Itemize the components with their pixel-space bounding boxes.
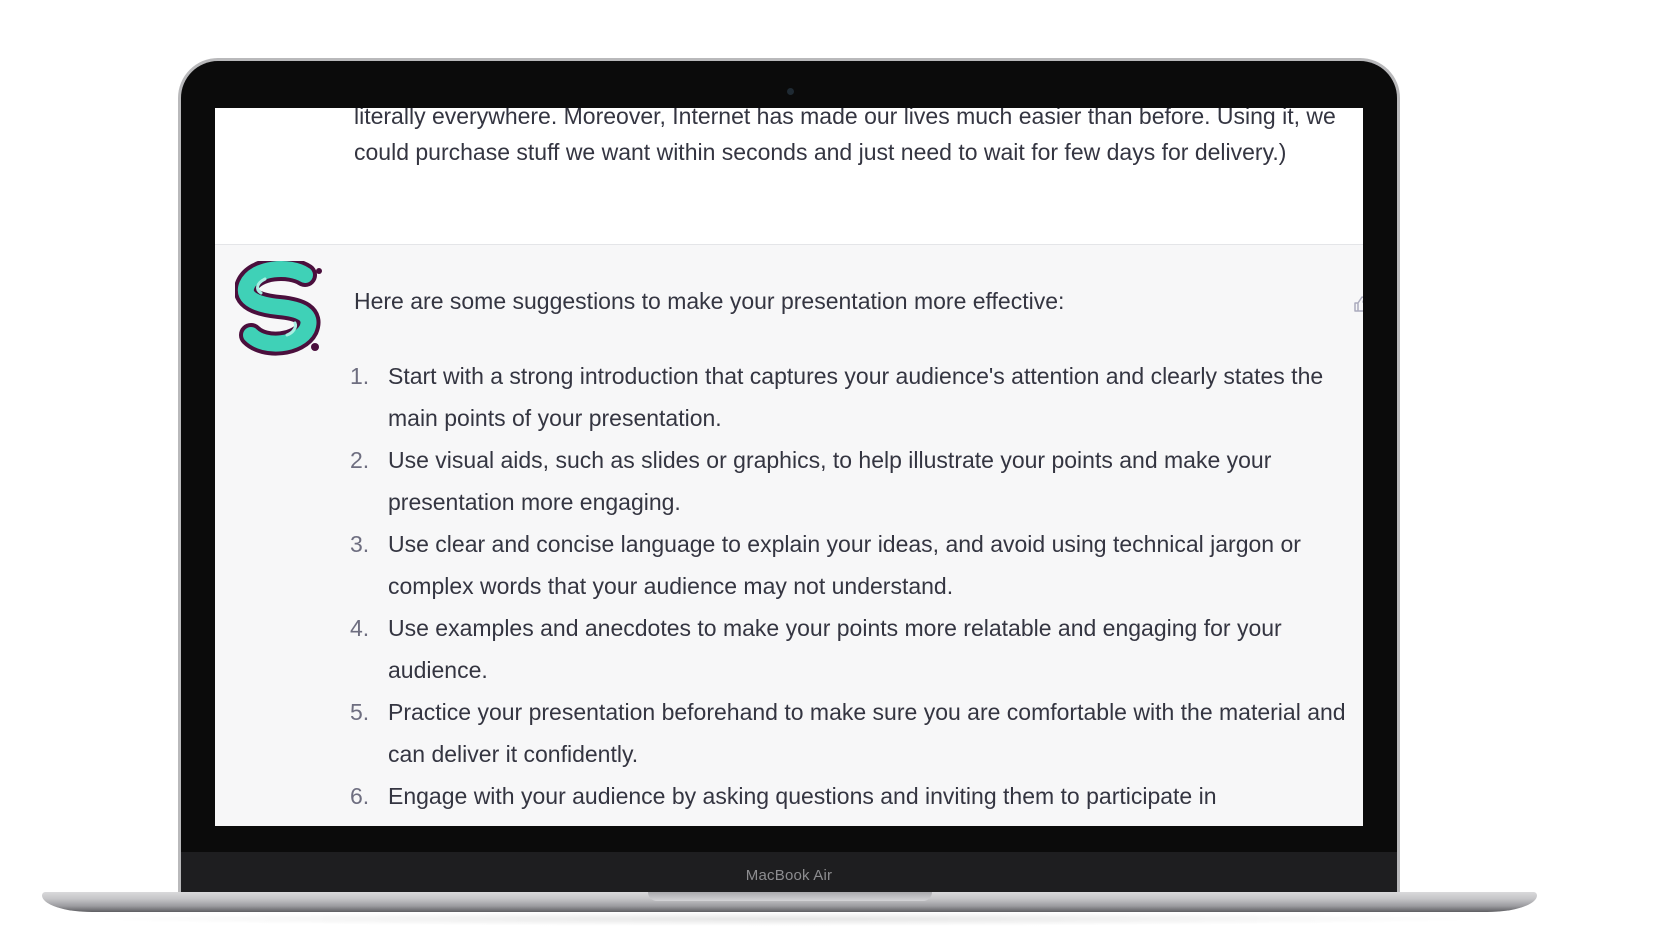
suggestion-number: 5.	[350, 699, 370, 725]
laptop-base	[42, 892, 1537, 912]
suggestion-item: 5. Practice your presentation beforehand…	[350, 691, 1354, 775]
suggestion-text: Use examples and anecdotes to make your …	[388, 615, 1282, 683]
suggestion-item: 1. Start with a strong introduction that…	[350, 355, 1354, 439]
suggestion-text: Use visual aids, such as slides or graph…	[388, 447, 1272, 515]
suggestion-text: Engage with your audience by asking ques…	[388, 783, 1217, 809]
thumbs-up-icon[interactable]	[1353, 295, 1363, 313]
suggestion-item: 3. Use clear and concise language to exp…	[350, 523, 1354, 607]
suggestion-item: 6. Engage with your audience by asking q…	[350, 775, 1354, 817]
suggestion-item: 4. Use examples and anecdotes to make yo…	[350, 607, 1354, 691]
laptop-bezel-bottom: MacBook Air	[181, 852, 1397, 892]
s-logo-icon	[234, 257, 331, 357]
suggestion-text: Start with a strong introduction that ca…	[388, 363, 1324, 431]
suggestion-number: 2.	[350, 447, 370, 473]
laptop-hinge-notch	[648, 892, 932, 901]
previous-message: literally everywhere. Moreover, Internet…	[215, 108, 1363, 245]
laptop-shadow	[80, 912, 1500, 926]
suggestion-item: 2. Use visual aids, such as slides or gr…	[350, 439, 1354, 523]
suggestion-number: 1.	[350, 363, 370, 389]
assistant-reply: Here are some suggestions to make your p…	[215, 245, 1363, 826]
suggestion-number: 6.	[350, 783, 370, 809]
suggestion-text: Practice your presentation beforehand to…	[388, 699, 1346, 767]
reply-intro: Here are some suggestions to make your p…	[354, 288, 1065, 314]
camera-icon	[787, 88, 794, 95]
model-label: MacBook Air	[745, 867, 833, 884]
screen[interactable]: literally everywhere. Moreover, Internet…	[215, 108, 1363, 826]
laptop-mockup: MacBook Air literally everywhere. Moreov…	[0, 0, 1680, 945]
suggestion-number: 4.	[350, 615, 370, 641]
suggestion-list: 1. Start with a strong introduction that…	[350, 355, 1354, 817]
previous-message-text: literally everywhere. Moreover, Internet…	[354, 108, 1336, 165]
suggestion-text: Use clear and concise language to explai…	[388, 531, 1301, 599]
suggestion-number: 3.	[350, 531, 370, 557]
